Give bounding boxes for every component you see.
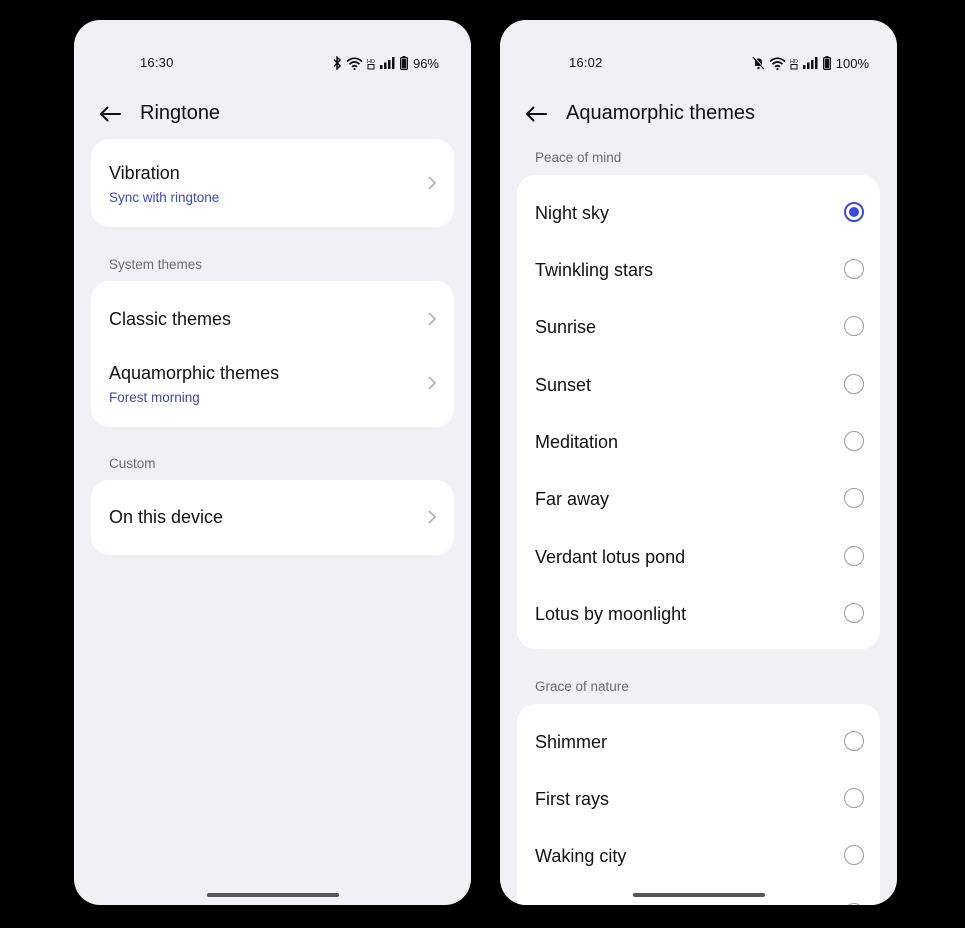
radio-button[interactable] [844,259,864,279]
chevron-right-icon [428,510,437,524]
theme-option-waking-city[interactable]: Waking city [517,826,880,883]
chevron-right-icon [428,376,437,390]
radio-button[interactable] [844,903,864,905]
radio-button[interactable] [844,788,864,808]
classic-themes-title: Classic themes [109,309,232,329]
wifi-icon [346,56,363,70]
back-button[interactable] [96,100,124,128]
radio-button[interactable] [844,845,864,865]
on-this-device-title: On this device [109,507,224,527]
section-label-custom: Custom [109,456,156,471]
theme-option-label: First rays [535,789,609,809]
theme-option-first-rays[interactable]: First rays [517,769,880,826]
back-arrow-icon [100,106,121,122]
system-themes-card: Classic themes Aquamorphic themes Forest… [91,281,454,427]
theme-option-verdant-lotus-pond[interactable]: Verdant lotus pond [517,527,880,584]
theme-option-label: Twinkling stars [535,260,654,280]
signal-icon [802,57,818,69]
section-label-system-themes: System themes [109,257,203,272]
battery-icon [822,56,831,70]
theme-option-label: Verdant lotus pond [535,547,686,567]
home-indicator[interactable] [206,893,339,897]
classic-themes-row[interactable]: Classic themes [91,281,454,347]
bell-muted-icon [752,56,765,70]
volte-icon: HD [790,59,798,69]
theme-option-far-away[interactable]: Far away [517,469,880,526]
vibration-row[interactable]: Vibration Sync with ringtone [91,139,454,227]
bluetooth-icon [333,56,342,70]
theme-option-night-sky[interactable]: Night sky [517,183,880,240]
radio-button[interactable] [844,488,864,508]
ringtone-screen: 16:30 HD 96% Ringtone Vibration Sync wit… [74,20,471,905]
battery-percent: 100% [835,55,869,71]
theme-option-label: Shimmer [535,732,608,752]
theme-option-twinkling-stars[interactable]: Twinkling stars [517,240,880,297]
page-title: Ringtone [140,102,221,124]
theme-option-shimmer[interactable]: Shimmer [517,712,880,769]
battery-icon [399,56,408,70]
vibration-subtitle: Sync with ringtone [109,190,220,205]
back-button[interactable] [522,100,550,128]
wifi-icon [769,56,786,70]
status-bar: 16:02 HD 100% [500,54,897,72]
theme-option-label: Sunrise [535,317,597,337]
chevron-right-icon [428,312,437,326]
app-bar: Ringtone [74,94,471,134]
theme-option-label: Waking city [535,846,627,866]
theme-option-label: Night sky [535,203,610,223]
section-label-peace-of-mind: Peace of mind [535,150,622,165]
vibration-card: Vibration Sync with ringtone [91,139,454,227]
custom-card: On this device [91,480,454,555]
chevron-right-icon [428,176,437,190]
theme-option-label: Meditation [535,432,619,452]
grace-of-nature-card: Shimmer First rays Waking city [517,704,880,905]
page-title: Aquamorphic themes [566,102,755,124]
status-time: 16:30 [140,55,174,70]
theme-option-sunrise[interactable]: Sunrise [517,297,880,354]
radio-button[interactable] [844,731,864,751]
theme-option-label: Sunset [535,375,592,395]
theme-option-meditation[interactable]: Meditation [517,412,880,469]
status-time: 16:02 [569,55,603,70]
theme-option-sunset[interactable]: Sunset [517,355,880,412]
signal-icon [379,57,395,69]
theme-option-label: Far away [535,489,610,509]
aquamorphic-themes-screen: 16:02 HD 100% Aquamorphic themes Peace o… [500,20,897,905]
volte-icon: HD [367,59,375,69]
status-bar: 16:30 HD 96% [74,54,471,72]
theme-option-label: Lotus by moonlight [535,604,687,624]
app-bar: Aquamorphic themes [500,94,897,134]
radio-button[interactable] [844,603,864,623]
aquamorphic-themes-row[interactable]: Aquamorphic themes Forest morning [91,347,454,427]
radio-button[interactable] [844,316,864,336]
back-arrow-icon [526,106,547,122]
radio-button-selected[interactable] [844,202,864,222]
on-this-device-row[interactable]: On this device [91,480,454,555]
aquamorphic-themes-subtitle: Forest morning [109,390,200,405]
radio-button[interactable] [844,546,864,566]
home-indicator[interactable] [632,893,765,897]
section-label-grace-of-nature: Grace of nature [535,679,629,694]
radio-button[interactable] [844,374,864,394]
aquamorphic-themes-title: Aquamorphic themes [109,363,280,383]
radio-button[interactable] [844,431,864,451]
vibration-title: Vibration [109,163,180,183]
peace-of-mind-card: Night sky Twinkling stars Sunrise Sunset… [517,175,880,649]
theme-option-lotus-by-moonlight[interactable]: Lotus by moonlight [517,584,880,641]
battery-percent: 96% [412,55,439,71]
